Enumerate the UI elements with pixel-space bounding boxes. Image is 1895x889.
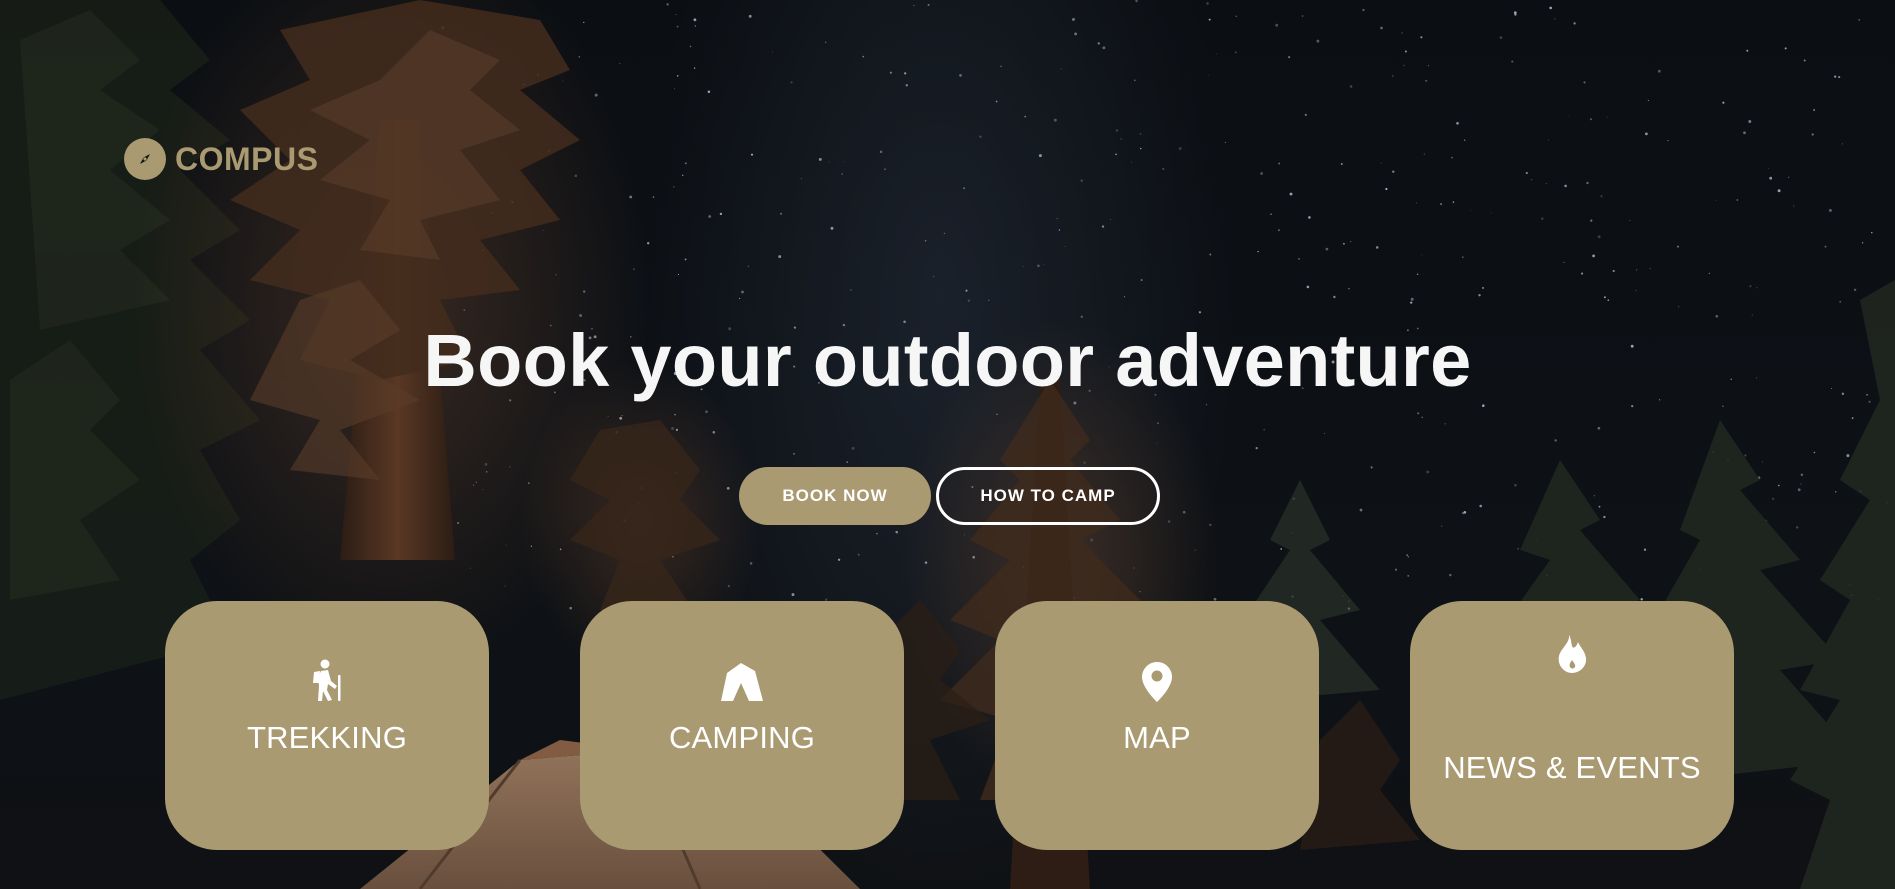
brand-logo[interactable]: COMPUS <box>124 138 318 180</box>
compass-icon <box>124 138 166 180</box>
map-pin-icon <box>995 661 1319 703</box>
fire-icon <box>1410 634 1734 674</box>
card-news-events[interactable]: NEWS & EVENTS <box>1410 601 1734 850</box>
card-label: NEWS & EVENTS <box>1443 750 1701 785</box>
card-camping[interactable]: CAMPING <box>580 601 904 850</box>
card-trekking[interactable]: TREKKING <box>165 601 489 850</box>
tent-icon <box>580 661 904 701</box>
how-to-camp-button[interactable]: HOW TO CAMP <box>936 467 1160 525</box>
card-label: CAMPING <box>668 720 816 755</box>
hiker-icon <box>165 659 489 701</box>
card-map[interactable]: MAP <box>995 601 1319 850</box>
brand-name: COMPUS <box>175 140 319 177</box>
card-label: MAP <box>1123 720 1191 755</box>
book-now-button[interactable]: BOOK NOW <box>739 467 931 525</box>
card-label: TREKKING <box>246 720 408 755</box>
hero-headline: Book your outdoor adventure <box>423 319 1472 402</box>
